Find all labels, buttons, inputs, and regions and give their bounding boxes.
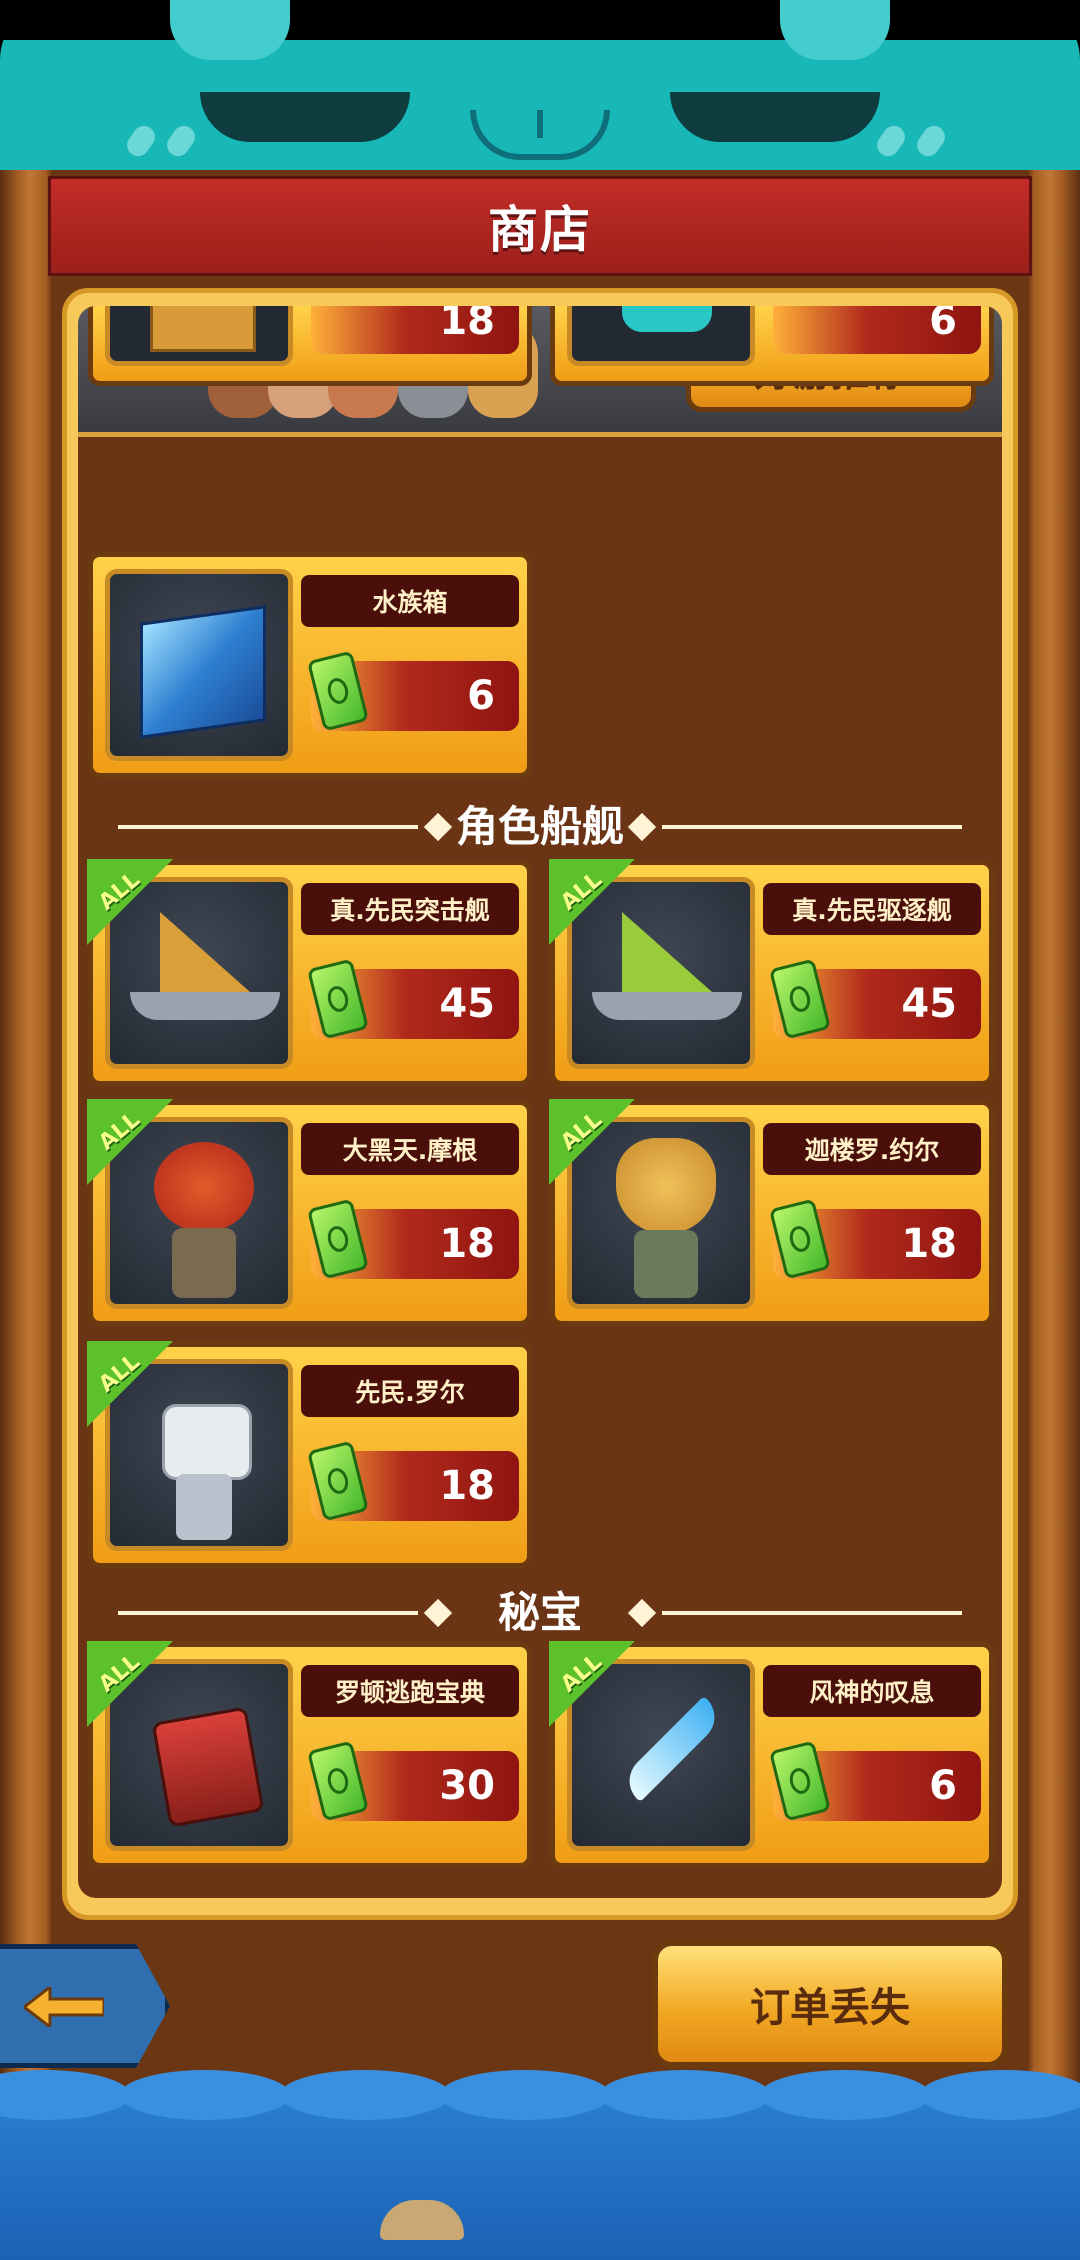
item-name: 真.先民驱逐舰 xyxy=(763,883,981,935)
ship-icon xyxy=(130,992,280,1020)
item-name: 大黑天.摩根 xyxy=(301,1123,519,1175)
item-price: 6 xyxy=(929,1763,957,1809)
section-title: 秘宝 xyxy=(497,1588,582,1637)
shop-item-card[interactable]: 水族箱 6 xyxy=(88,552,532,778)
item-name: 风神的叹息 xyxy=(763,1665,981,1717)
cat-mouth-decoration xyxy=(470,110,610,160)
item-price: 45 xyxy=(901,981,957,1027)
shop-item-card[interactable]: ALL 真.先民驱逐舰 45 xyxy=(549,859,994,1086)
item-grid: 水族箱 6 角色船舰 ALL 真.先民突击舰 45 ALL 真.先民驱逐舰 45 xyxy=(78,306,1002,1898)
section-title: 角色船舰 xyxy=(455,802,624,851)
shop-item-card[interactable]: ALL 迦楼罗.约尔 18 xyxy=(549,1099,994,1326)
item-price: 18 xyxy=(901,1221,957,1267)
ship-icon xyxy=(592,992,742,1020)
item-price: 18 xyxy=(439,1221,495,1267)
shop-item-card[interactable]: ALL 罗顿逃跑宝典 30 xyxy=(87,1641,532,1868)
sea-footer xyxy=(0,2070,1080,2260)
shop-item-card[interactable]: ALL 先民.罗尔 18 xyxy=(87,1341,532,1568)
cat-face-header xyxy=(0,0,1080,175)
arrow-left-icon xyxy=(24,1987,104,2027)
character-head-icon xyxy=(162,1404,252,1480)
item-price: 18 xyxy=(439,1463,495,1509)
page-title: 商店 xyxy=(488,201,592,259)
item-price: 45 xyxy=(439,981,495,1027)
shop-item-card[interactable]: ALL 真.先民突击舰 45 xyxy=(87,859,532,1086)
item-name: 真.先民突击舰 xyxy=(301,883,519,935)
item-price: 30 xyxy=(439,1763,495,1809)
left-eye-decoration xyxy=(200,92,410,142)
item-name: 水族箱 xyxy=(301,575,519,627)
section-header: 角色船舰 xyxy=(118,802,962,852)
section-header: 秘宝 xyxy=(118,1588,962,1638)
shop-item-card[interactable]: ALL 风神的叹息 6 xyxy=(549,1641,994,1868)
order-lost-button[interactable]: 订单丢失 xyxy=(652,1940,1008,2068)
aquarium-icon xyxy=(140,605,266,739)
item-price: 6 xyxy=(467,673,495,719)
item-name: 先民.罗尔 xyxy=(301,1365,519,1417)
item-name: 罗顿逃跑宝典 xyxy=(301,1665,519,1717)
item-name: 迦楼罗.约尔 xyxy=(763,1123,981,1175)
item-thumbnail xyxy=(105,569,293,761)
shop-item-card[interactable]: ALL 大黑天.摩根 18 xyxy=(87,1099,532,1326)
shop-header: 商店 xyxy=(48,176,1032,276)
right-eye-decoration xyxy=(670,92,880,142)
back-button[interactable] xyxy=(0,1944,170,2068)
